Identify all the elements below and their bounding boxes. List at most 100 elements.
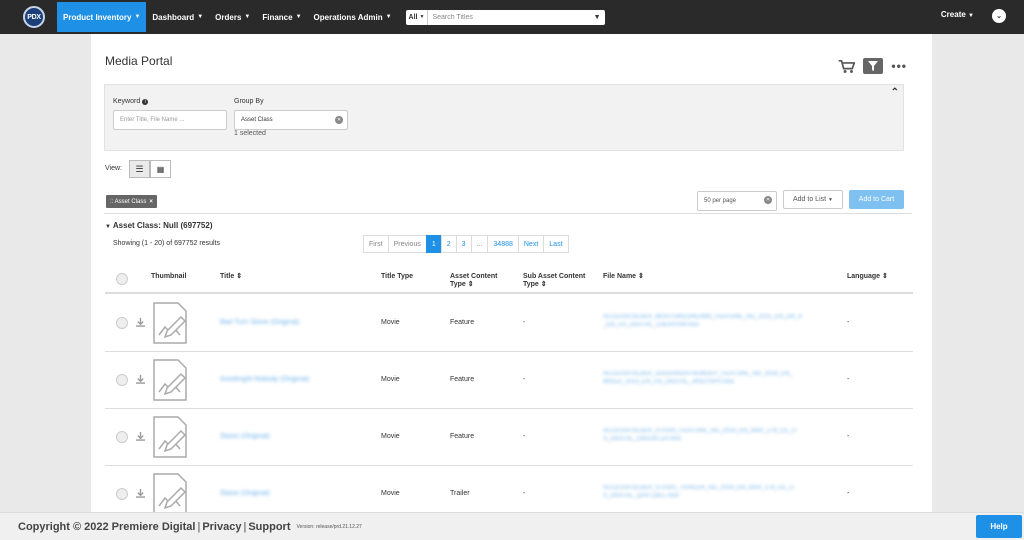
help-button[interactable]: Help bbox=[976, 515, 1022, 538]
page-3[interactable]: 3 bbox=[455, 235, 472, 253]
th-title[interactable]: Title ⇕ bbox=[220, 273, 242, 281]
filter-icon bbox=[868, 61, 879, 71]
th-file-name[interactable]: File Name ⇕ bbox=[603, 273, 644, 281]
support-link[interactable]: Support bbox=[248, 521, 290, 533]
download-icon[interactable] bbox=[136, 489, 145, 498]
file-name-link[interactable]: MIXED_2013_EN_US_DIGITAL_JKN2YAP0.mov bbox=[603, 379, 734, 385]
filter-box: Keyword i Enter Title, File Name ... Gro… bbox=[104, 84, 904, 151]
asset-content-type: Trailer bbox=[450, 490, 470, 497]
file-name-link[interactable]: ACCESSFOLDER_MOOTOREDREAMS_FEATURE_HD_20… bbox=[603, 314, 802, 320]
file-name-link[interactable]: S_DIGITAL_QX4TZ8LL.mov bbox=[603, 493, 679, 499]
nav-label: Product Inventory bbox=[63, 12, 132, 22]
file-name-link[interactable]: ACCESSFOLDER_STASIS_FEATURE_HD_2019_EN_N… bbox=[603, 428, 796, 434]
page-next[interactable]: Next bbox=[517, 235, 545, 253]
language: - bbox=[847, 490, 850, 497]
add-to-list-button[interactable]: Add to List ▼ bbox=[783, 190, 843, 209]
language: - bbox=[847, 376, 850, 383]
per-page-select[interactable]: 50 per page ✕ bbox=[697, 191, 777, 211]
filter-button[interactable] bbox=[863, 58, 884, 74]
th-language[interactable]: Language ⇕ bbox=[847, 273, 888, 281]
thumbnail-placeholder-icon bbox=[153, 473, 187, 512]
nav-orders[interactable]: Orders ▼ bbox=[209, 2, 256, 32]
clear-icon[interactable]: ✕ bbox=[335, 116, 343, 124]
language: - bbox=[847, 433, 850, 440]
grid-icon: ▦ bbox=[156, 164, 165, 174]
search-scope-label: All bbox=[408, 13, 418, 21]
chip-label: :: Asset Class bbox=[110, 198, 147, 205]
caret-down-icon: ▼ bbox=[105, 224, 111, 230]
top-navbar: PDX Product Inventory ▼ Dashboard ▼ Orders… bbox=[0, 0, 1024, 34]
nav-operations-admin[interactable]: Operations Admin ▼ bbox=[308, 2, 398, 32]
download-icon[interactable] bbox=[136, 432, 145, 441]
row-checkbox[interactable] bbox=[116, 431, 128, 443]
separator: | bbox=[197, 520, 201, 533]
more-options-icon[interactable]: ••• bbox=[891, 59, 907, 73]
file-name-link[interactable]: ACCESSFOLDER_GOODNIGHTNOBODY_FEATURE_HD_… bbox=[603, 371, 793, 377]
version: Version: release/prd.21.12.27 bbox=[296, 523, 362, 530]
file-name-link[interactable]: _EN_US_DIGITAL_12BJ0VXW.mov bbox=[603, 322, 699, 328]
sub-asset-content-type: - bbox=[523, 490, 526, 497]
add-to-cart-button[interactable]: Add to Cart bbox=[849, 190, 904, 209]
nav-label: Orders bbox=[215, 12, 242, 22]
remove-icon[interactable]: × bbox=[149, 199, 153, 205]
caret-down-icon: ▼ bbox=[295, 14, 302, 20]
page-1[interactable]: 1 bbox=[425, 235, 442, 253]
table-row[interactable]: Stasis (Original) Movie Feature - ACCESS… bbox=[105, 409, 913, 466]
title-link[interactable]: Goodnight Nobody (Original) bbox=[220, 376, 309, 383]
nav-product-inventory[interactable]: Product Inventory ▼ bbox=[57, 2, 147, 32]
sort-icon: ⇕ bbox=[638, 273, 644, 280]
caret-down-icon: ▼ bbox=[197, 14, 204, 20]
title-type: Movie bbox=[381, 490, 400, 497]
sub-asset-content-type: - bbox=[523, 319, 526, 326]
th-thumbnail: Thumbnail bbox=[151, 273, 187, 280]
privacy-link[interactable]: Privacy bbox=[202, 521, 241, 533]
table-row[interactable]: Goodnight Nobody (Original) Movie Featur… bbox=[105, 352, 913, 409]
table-row[interactable]: Stasis (Original) Movie Trailer - ACCESS… bbox=[105, 466, 913, 512]
create-menu[interactable]: Create ▼ bbox=[941, 10, 974, 19]
grid-view-button[interactable]: ▦ bbox=[150, 160, 171, 178]
table-row[interactable]: Bad Turn Stone (Original) Movie Feature … bbox=[105, 295, 913, 352]
sort-icon: ⇕ bbox=[467, 281, 474, 288]
search-input[interactable] bbox=[428, 13, 594, 21]
keyword-input[interactable]: Enter Title, File Name ... bbox=[113, 110, 227, 130]
asset-content-type: Feature bbox=[450, 319, 475, 326]
list-view-button[interactable]: ☰ bbox=[129, 160, 150, 178]
file-name-link[interactable]: S_DIGITAL_LWDLKFZA.mov bbox=[603, 436, 681, 442]
chevron-down-icon[interactable]: ▼ bbox=[594, 14, 605, 21]
title-link[interactable]: Stasis (Original) bbox=[220, 433, 270, 440]
th-sub-asset-content-type[interactable]: Sub Asset Content Type ⇕ bbox=[523, 273, 595, 289]
file-name-link[interactable]: ACCESSFOLDER_STASIS_TRAILER_HD_2019_EN_N… bbox=[603, 485, 794, 491]
th-asset-content-type[interactable]: Asset Content Type ⇕ bbox=[450, 273, 512, 289]
title-link[interactable]: Stasis (Original) bbox=[220, 490, 270, 497]
page-previous[interactable]: Previous bbox=[387, 235, 427, 253]
download-icon[interactable] bbox=[136, 318, 145, 327]
row-checkbox[interactable] bbox=[116, 488, 128, 500]
group-by-select[interactable]: Asset Class ✕ bbox=[234, 110, 348, 130]
download-icon[interactable] bbox=[136, 375, 145, 384]
collapse-chevron-up-icon[interactable]: ⌃ bbox=[891, 87, 899, 98]
logo[interactable]: PDX bbox=[23, 6, 45, 28]
user-menu-chevron-icon[interactable]: ⌄ bbox=[992, 9, 1006, 23]
thumbnail-placeholder-icon bbox=[153, 359, 187, 401]
per-page-value: 50 per page bbox=[704, 198, 737, 204]
asset-class-filter-chip[interactable]: :: Asset Class × bbox=[106, 195, 157, 208]
page-2[interactable]: 2 bbox=[440, 235, 457, 253]
select-all-checkbox[interactable] bbox=[116, 273, 128, 285]
asset-content-type: Feature bbox=[450, 376, 475, 383]
nav-finance[interactable]: Finance ▼ bbox=[256, 2, 307, 32]
row-checkbox[interactable] bbox=[116, 317, 128, 329]
title-link[interactable]: Bad Turn Stone (Original) bbox=[220, 319, 299, 326]
view-label: View: bbox=[105, 165, 122, 172]
nav-dashboard[interactable]: Dashboard ▼ bbox=[146, 2, 209, 32]
cart-icon[interactable] bbox=[838, 59, 856, 74]
page-last-number[interactable]: 34888 bbox=[487, 235, 519, 253]
clear-icon[interactable]: ✕ bbox=[764, 196, 772, 204]
page-first[interactable]: First bbox=[363, 235, 389, 253]
view-toggle: ☰ ▦ bbox=[129, 160, 171, 178]
asset-content-type: Feature bbox=[450, 433, 475, 440]
search-scope-dropdown[interactable]: All ▼ bbox=[406, 9, 429, 25]
pagination: First Previous 1 2 3 ... 34888 Next Last bbox=[363, 235, 569, 253]
page-last[interactable]: Last bbox=[543, 235, 569, 253]
group-title[interactable]: ▼ Asset Class: Null (697752) bbox=[105, 221, 213, 230]
row-checkbox[interactable] bbox=[116, 374, 128, 386]
